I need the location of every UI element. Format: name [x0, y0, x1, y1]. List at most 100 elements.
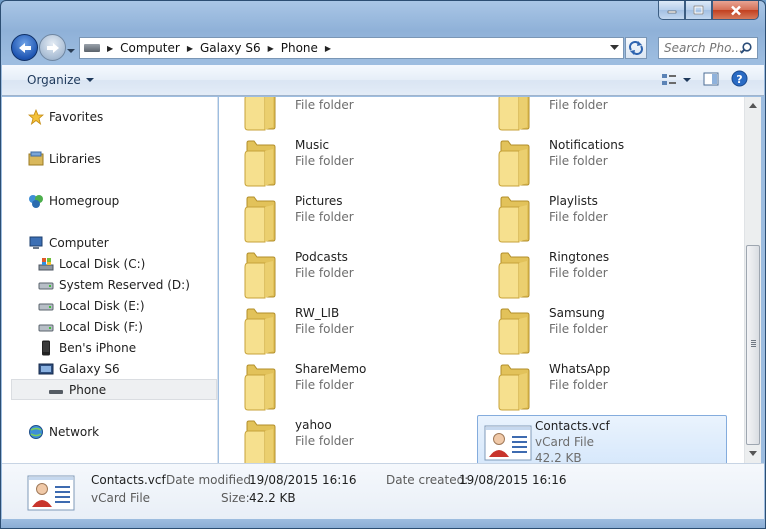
details-created-value: 19/08/2015 16:16: [459, 473, 567, 487]
command-bar: Organize ?: [2, 65, 764, 96]
item-name: Samsung: [549, 306, 605, 320]
refresh-button[interactable]: [625, 37, 647, 59]
explorer-window: ▶ Computer ▶ Galaxy S6 ▶ Phone ▶ Organiz…: [0, 0, 766, 529]
window-bottom-border: [1, 519, 765, 528]
chevron-down-icon: [683, 77, 691, 82]
folder-tile-ringtones[interactable]: Ringtones File folder: [477, 247, 727, 301]
drive-icon: [38, 319, 54, 335]
nav-label: Network: [49, 424, 100, 439]
nav-label: System Reserved (D:): [59, 277, 190, 292]
folder-tile-samsung[interactable]: Samsung File folder: [477, 303, 727, 357]
navigation-bar: ▶ Computer ▶ Galaxy S6 ▶ Phone ▶: [1, 31, 765, 63]
search-box[interactable]: [658, 37, 758, 59]
drive-icon: [38, 277, 54, 293]
device-icon: [38, 361, 54, 377]
nav-phone[interactable]: Phone: [11, 379, 217, 400]
item-name: RW_LIB: [295, 306, 340, 320]
nav-drive-e[interactable]: Local Disk (E:): [2, 295, 216, 316]
folder-icon: [497, 97, 533, 131]
breadcrumb-separator[interactable]: ▶: [107, 44, 113, 53]
organize-button[interactable]: Organize: [27, 73, 94, 87]
details-size-value: 42.2 KB: [249, 491, 296, 505]
chevron-down-icon: [85, 77, 94, 82]
folder-tile-rw-lib[interactable]: RW_LIB File folder: [223, 303, 473, 357]
nav-drive-c[interactable]: Local Disk (C:): [2, 253, 216, 274]
vertical-scrollbar[interactable]: [744, 97, 761, 463]
item-name: Ringtones: [549, 250, 610, 264]
minimize-button[interactable]: [658, 1, 685, 20]
search-input[interactable]: [664, 41, 742, 55]
breadcrumb-separator[interactable]: ▶: [187, 44, 193, 53]
change-view-button[interactable]: [661, 73, 691, 87]
breadcrumb-separator[interactable]: ▶: [268, 44, 274, 53]
chevron-down-icon[interactable]: [610, 45, 619, 51]
maximize-button[interactable]: [685, 1, 712, 20]
folder-icon: [243, 419, 279, 463]
preview-pane-button[interactable]: [703, 72, 719, 89]
breadcrumb-separator[interactable]: ▶: [325, 44, 331, 53]
view-tiles-icon: [662, 74, 676, 85]
folder-tile-whatsapp[interactable]: WhatsApp File folder: [477, 359, 727, 413]
folder-icon: [243, 97, 279, 131]
nav-favorites[interactable]: Favorites: [2, 106, 216, 127]
search-icon[interactable]: [740, 42, 752, 54]
folder-tile-moviefilesdata[interactable]: MovieFilesDataFile folder: [223, 97, 473, 133]
folder-tile-sharememo[interactable]: ShareMemo File folder: [223, 359, 473, 413]
folder-tile-pictures[interactable]: Pictures File folder: [223, 191, 473, 245]
nav-bens-iphone[interactable]: Ben's iPhone: [2, 337, 216, 358]
folder-tile-notifications[interactable]: Notifications File folder: [477, 135, 727, 189]
scroll-down-button[interactable]: [745, 445, 761, 462]
folder-tile-movies[interactable]: MoviesFile folder: [477, 97, 727, 133]
back-button[interactable]: [11, 34, 38, 61]
nav-homegroup[interactable]: Homegroup: [2, 190, 216, 211]
folder-tile-music[interactable]: Music File folder: [223, 135, 473, 189]
folder-icon: [497, 363, 533, 411]
item-type: File folder: [295, 378, 354, 392]
details-modified-label: Date modified:: [166, 473, 256, 487]
organize-label: Organize: [27, 73, 81, 87]
folder-tile-podcasts[interactable]: Podcasts File folder: [223, 247, 473, 301]
vcard-icon: [484, 425, 532, 461]
maximize-icon: [693, 5, 704, 15]
nav-computer[interactable]: Computer: [2, 232, 216, 253]
item-type: File folder: [295, 98, 354, 112]
nav-drive-d[interactable]: System Reserved (D:): [2, 274, 216, 295]
item-size: 42.2 KB: [535, 451, 582, 463]
scroll-up-button[interactable]: [745, 97, 761, 114]
breadcrumb-phone[interactable]: Phone: [281, 41, 318, 55]
help-button[interactable]: ?: [731, 70, 748, 90]
file-tile-contacts-vcf[interactable]: Contacts.vcf vCard File 42.2 KB: [477, 415, 727, 463]
details-size-label: Size:: [221, 491, 250, 505]
folder-tile-playlists[interactable]: Playlists File folder: [477, 191, 727, 245]
homegroup-icon: [28, 193, 44, 209]
nav-network[interactable]: Network: [2, 421, 216, 442]
caption-buttons: [658, 1, 759, 20]
folder-icon: [243, 139, 279, 187]
details-pane: Contacts.vcf vCard File Date modified: 1…: [2, 463, 764, 519]
folder-icon: [497, 251, 533, 299]
nav-label: Local Disk (E:): [59, 298, 145, 313]
item-name: Contacts.vcf: [535, 419, 610, 433]
folder-tile-yahoo[interactable]: yahoo File folder: [223, 415, 473, 463]
chevron-down-icon: [749, 451, 757, 456]
folder-icon: [497, 307, 533, 355]
forward-button[interactable]: [39, 34, 66, 61]
item-name: Pictures: [295, 194, 343, 208]
nav-label: Local Disk (C:): [59, 256, 146, 271]
item-type: File folder: [549, 322, 608, 336]
nav-libraries[interactable]: Libraries: [2, 148, 216, 169]
close-button[interactable]: [712, 1, 759, 20]
scroll-thumb[interactable]: [746, 245, 760, 445]
nav-label: Local Disk (F:): [59, 319, 143, 334]
address-bar[interactable]: ▶ Computer ▶ Galaxy S6 ▶ Phone ▶: [79, 37, 624, 59]
nav-drive-f[interactable]: Local Disk (F:): [2, 316, 216, 337]
breadcrumb-galaxy-s6[interactable]: Galaxy S6: [200, 41, 261, 55]
nav-label: Computer: [49, 235, 109, 250]
recent-pages-button[interactable]: [67, 43, 75, 53]
network-icon: [28, 424, 44, 440]
chevron-up-icon: [749, 103, 757, 108]
breadcrumb-computer[interactable]: Computer: [120, 41, 180, 55]
nav-galaxy-s6[interactable]: Galaxy S6: [2, 358, 216, 379]
scroll-grip: [751, 340, 756, 348]
navigation-pane: Favorites Libraries Homegroup Computer L…: [2, 97, 218, 463]
